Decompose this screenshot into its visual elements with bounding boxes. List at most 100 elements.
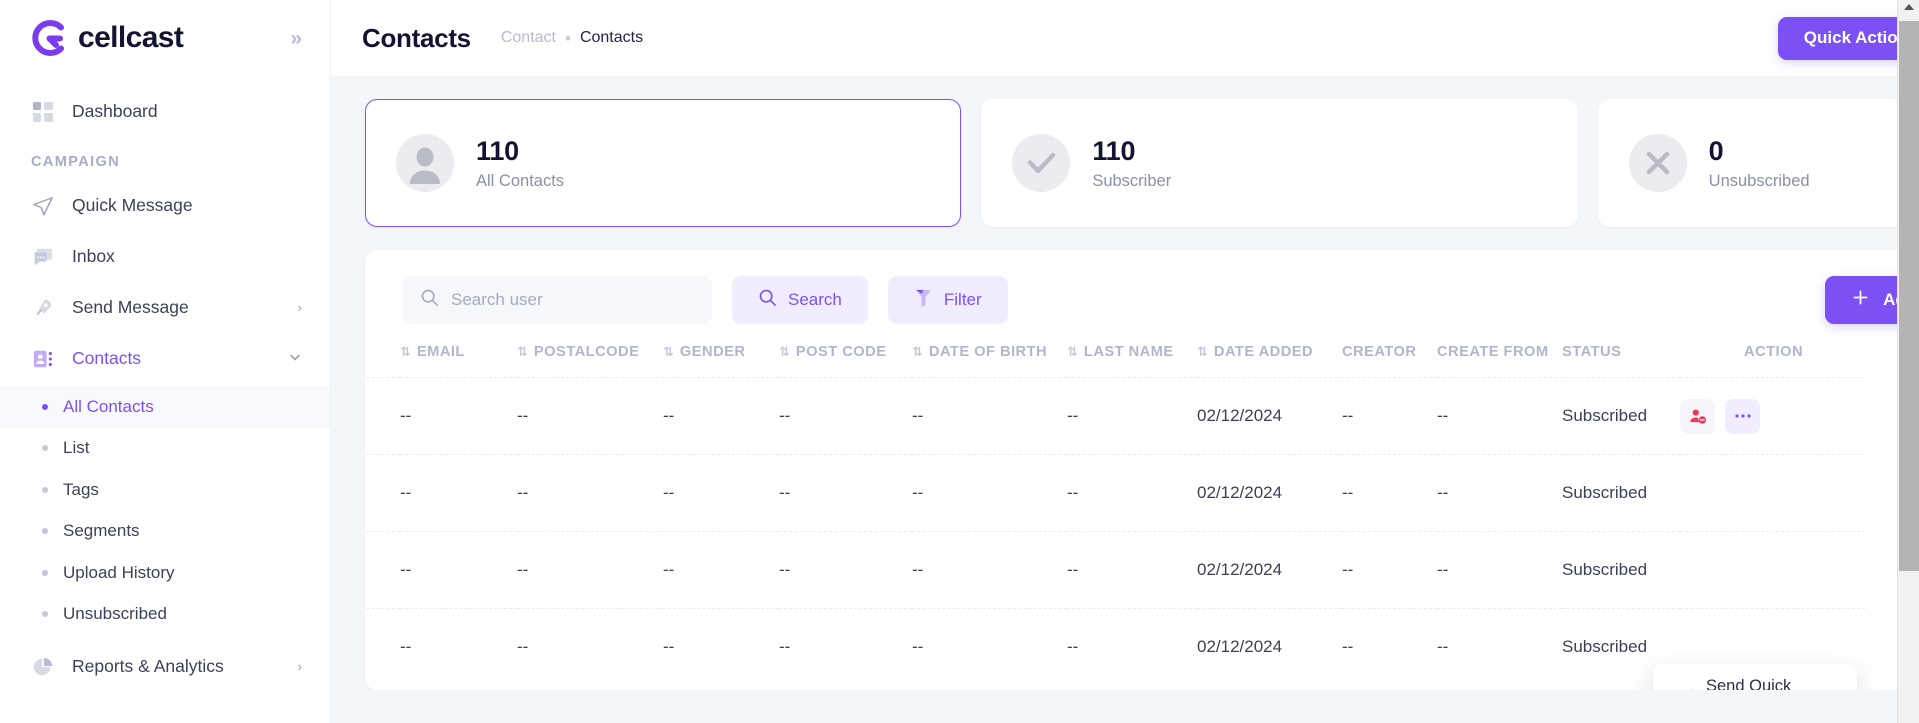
sidebar-item-label: Send Message [72,297,189,317]
cell-email: -- [400,377,517,455]
sidebar-subitem-label: Segments [63,521,140,541]
table-row[interactable]: -- -- -- -- -- -- 02/12/2024 -- -- Subsc… [365,531,1865,609]
sort-icon: ⇅ [912,344,923,359]
bullet-icon [42,528,48,535]
sidebar-subitem-label: Tags [63,479,99,499]
sidebar-item-all-contacts[interactable]: All Contacts [0,386,330,428]
col-header-status: STATUS [1562,344,1680,378]
pie-chart-icon [31,655,54,678]
table-row[interactable]: -- -- -- -- -- -- 02/12/2024 -- -- Subsc… [365,377,1865,455]
cell-creator: -- [1342,531,1437,609]
sidebar-item-tags[interactable]: Tags [0,469,330,511]
table-row[interactable]: -- -- -- -- -- -- 02/12/2024 -- -- Subsc… [365,608,1865,686]
search-box[interactable] [402,276,712,324]
chevron-right-icon: › [297,300,302,315]
sidebar-item-dashboard[interactable]: Dashboard [0,86,330,137]
search-button[interactable]: Search [732,276,868,324]
col-header-postalcode[interactable]: ⇅ POSTALCODE [517,344,663,378]
cell-postalcode: -- [517,377,663,455]
sidebar-item-send-message[interactable]: Send Message › [0,282,330,333]
col-header-gender[interactable]: ⇅ GENDER [663,344,779,378]
plus-icon [1851,288,1870,312]
col-label: LAST NAME [1083,344,1174,360]
sort-icon: ⇅ [1197,344,1208,359]
page-title: Contacts [362,22,471,53]
chat-bubble-icon [31,245,54,268]
scroll-up-arrow-icon[interactable] [1903,4,1914,10]
stat-cards: 110 All Contacts 110 Subscriber 0 Unsubs… [365,99,1919,227]
sidebar-item-list[interactable]: List [0,428,330,470]
sidebar-item-label: Dashboard [72,101,158,121]
cell-create-from: -- [1437,377,1562,455]
cell-gender: -- [663,377,779,455]
breadcrumb: Contact • Contacts [501,29,643,47]
stat-label: Unsubscribed [1708,172,1810,191]
cell-date-of-birth: -- [912,377,1067,455]
contacts-table: S ⇅EMAIL ⇅POSTALCODE ⇅GENDER ⇅POST CODE … [365,344,1865,686]
col-label: POST CODE [795,344,887,360]
sidebar-item-contacts[interactable]: Contacts [0,333,330,384]
cell-index [365,454,400,532]
sidebar-item-reports-analytics[interactable]: Reports & Analytics › [0,641,330,692]
scrollbar-thumb[interactable] [1899,21,1919,571]
user-remove-icon[interactable] [1680,398,1715,434]
user-avatar-icon [396,134,454,192]
cell-post-code: -- [779,377,912,455]
contacts-table-scroll[interactable]: S ⇅EMAIL ⇅POSTALCODE ⇅GENDER ⇅POST CODE … [365,344,1919,686]
cell-gender: -- [663,454,779,532]
sidebar-subnav-contacts: All Contacts List Tags Segments Upload H… [0,384,330,635]
menu-item-send-quick-message[interactable]: Send Quick Message [1653,677,1857,690]
brand-row: cellcast » [0,0,330,76]
stat-card-all-contacts[interactable]: 110 All Contacts [365,99,962,227]
breadcrumb-parent[interactable]: Contact [501,29,556,47]
stat-card-subscriber[interactable]: 110 Subscriber [981,99,1578,227]
table-header-row: S ⇅EMAIL ⇅POSTALCODE ⇅GENDER ⇅POST CODE … [365,344,1865,378]
sidebar-item-segments[interactable]: Segments [0,511,330,553]
col-header-last-name[interactable]: ⇅ LAST NAME [1067,344,1197,378]
filter-button[interactable]: Filter [887,276,1008,324]
stat-label: Subscriber [1092,172,1172,191]
cell-email: -- [400,608,517,686]
table-row[interactable]: -- -- -- -- -- -- 02/12/2024 -- -- Subsc… [365,454,1865,532]
contacts-panel: Search Filter [365,250,1919,690]
col-header-0[interactable]: S [365,344,400,378]
search-input[interactable] [451,290,694,310]
sort-icon: ⇅ [779,344,790,359]
menu-item-label: Send Quick Message [1706,677,1792,690]
cell-gender: -- [663,608,779,686]
sidebar-item-label: Reports & Analytics [72,656,224,676]
cell-date-added: 02/12/2024 [1197,531,1342,609]
cell-last-name: -- [1067,454,1197,532]
sidebar-item-label: Inbox [72,246,115,266]
topbar: Contacts Contact • Contacts Quick Action [331,0,1919,76]
sidebar-subitem-label: Upload History [63,562,175,582]
cell-creator: -- [1342,608,1437,686]
cell-postalcode: -- [517,531,663,609]
col-header-date-of-birth[interactable]: ⇅ DATE OF BIRTH [912,344,1067,378]
stat-card-unsubscribed[interactable]: 0 Unsubscribed [1597,99,1919,227]
sidebar-item-quick-message[interactable]: Quick Message [0,180,330,231]
stat-value: 0 [1708,135,1724,166]
col-header-email[interactable]: ⇅ EMAIL [400,344,517,378]
cell-creator: -- [1342,454,1437,532]
page-scrollbar[interactable] [1897,0,1919,723]
col-label: ACTION [1744,344,1803,360]
col-header-post-code[interactable]: ⇅ POST CODE [779,344,912,378]
sidebar-item-unsubscribed[interactable]: Unsubscribed [0,594,330,636]
cell-last-name: -- [1067,608,1197,686]
row-more-menu-button[interactable] [1725,398,1760,434]
cell-last-name: -- [1067,377,1197,455]
col-header-date-added[interactable]: ⇅ DATE ADDED [1197,344,1342,378]
col-label: GENDER [679,344,746,360]
sidebar-subitem-label: List [63,438,90,458]
sidebar-item-upload-history[interactable]: Upload History [0,552,330,594]
cell-create-from: -- [1437,608,1562,686]
sidebar-collapse-icon[interactable]: » [290,28,302,49]
filter-button-label: Filter [943,290,982,309]
cell-last-name: -- [1067,531,1197,609]
cell-action [1680,377,1865,455]
cell-post-code: -- [779,531,912,609]
sidebar-item-inbox[interactable]: Inbox [0,231,330,282]
cell-date-of-birth: -- [912,531,1067,609]
chevron-right-icon: › [297,659,302,674]
